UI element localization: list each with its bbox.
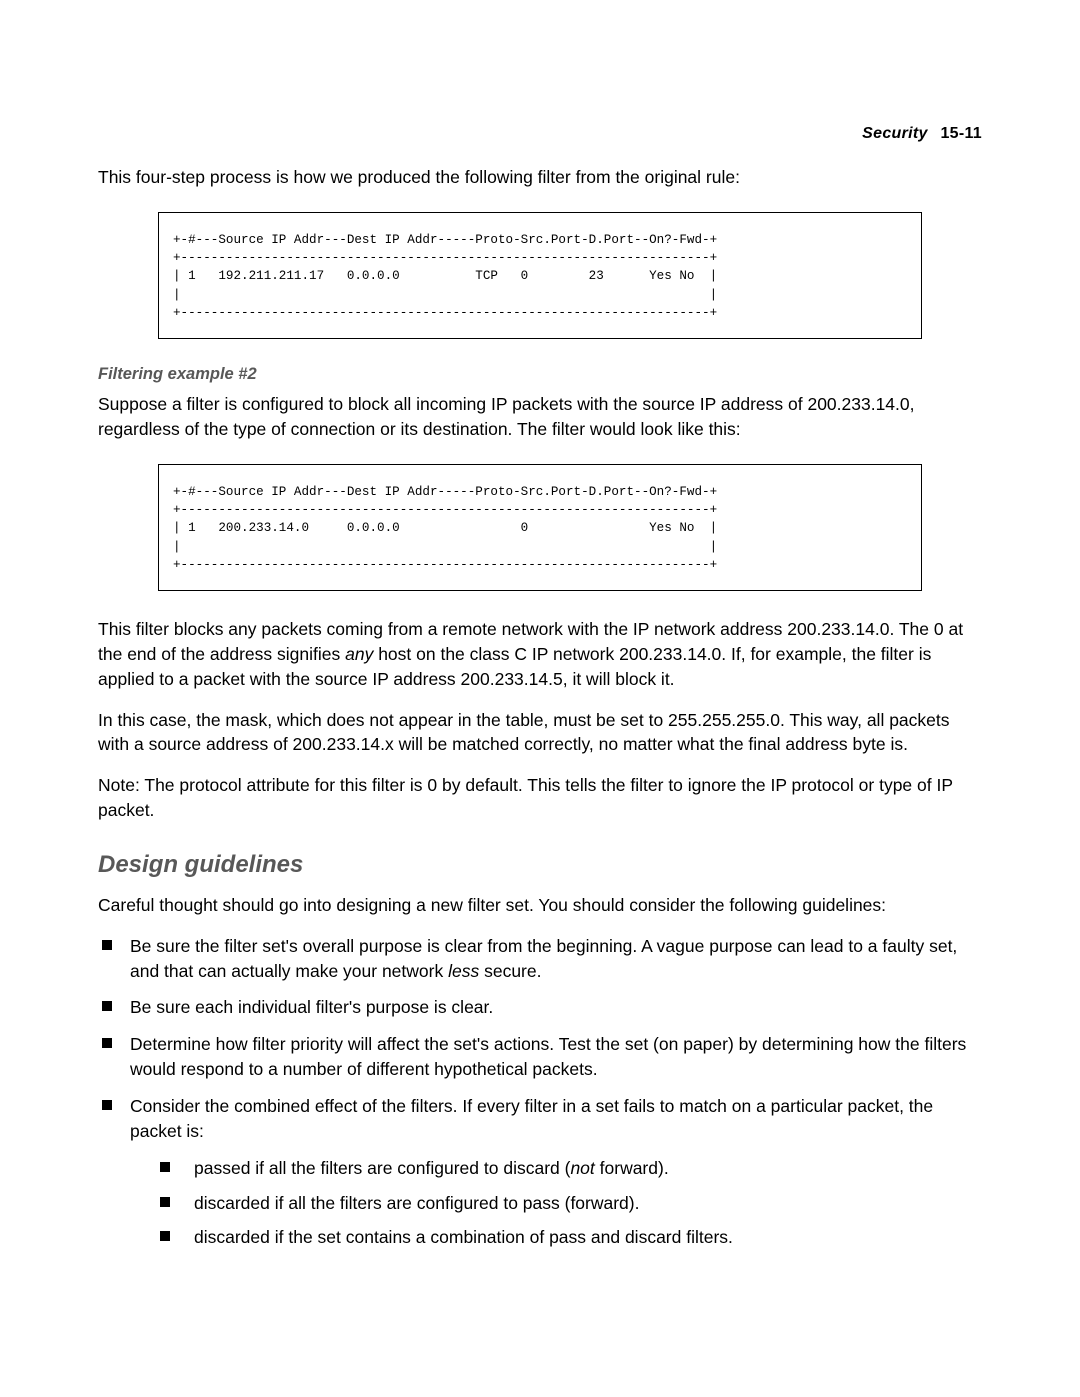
example-description: Suppose a filter is configured to block … — [98, 392, 982, 442]
list-item: passed if all the filters are configured… — [160, 1156, 982, 1181]
filtering-example-heading: Filtering example #2 — [98, 365, 982, 384]
header-page-number: 15-11 — [940, 125, 982, 142]
intro-paragraph: This four-step process is how we produce… — [98, 165, 982, 190]
guidelines-sublist: passed if all the filters are configured… — [160, 1156, 982, 1251]
text-fragment: Consider the combined effect of the filt… — [130, 1096, 933, 1141]
filter-table-2: +-#---Source IP Addr---Dest IP Addr-----… — [158, 464, 922, 591]
text-fragment: Be sure the filter set's overall purpose… — [130, 936, 957, 981]
filter-table-1: +-#---Source IP Addr---Dest IP Addr-----… — [158, 212, 922, 339]
emphasis-any: any — [345, 644, 373, 664]
guidelines-list: Be sure the filter set's overall purpose… — [102, 934, 982, 1250]
text-fragment: forward). — [595, 1158, 669, 1178]
text-fragment: secure. — [479, 961, 541, 981]
list-item: Consider the combined effect of the filt… — [102, 1094, 982, 1250]
text-fragment: passed if all the filters are configured… — [194, 1158, 570, 1178]
list-item: Be sure each individual filter's purpose… — [102, 995, 982, 1020]
list-item: Be sure the filter set's overall purpose… — [102, 934, 982, 984]
design-guidelines-heading: Design guidelines — [98, 851, 982, 879]
header-section: Security — [862, 125, 928, 142]
list-item: discarded if the set contains a combinat… — [160, 1225, 982, 1250]
page-content: Security 15-11 This four-step process is… — [0, 0, 1080, 1322]
explanation-paragraph-1: This filter blocks any packets coming fr… — [98, 617, 982, 692]
explanation-paragraph-2: In this case, the mask, which does not a… — [98, 708, 982, 758]
list-item: Determine how filter priority will affec… — [102, 1032, 982, 1082]
guidelines-intro: Careful thought should go into designing… — [98, 893, 982, 918]
emphasis-less: less — [448, 961, 479, 981]
page-header: Security 15-11 — [98, 125, 982, 143]
emphasis-not: not — [570, 1158, 594, 1178]
list-item: discarded if all the filters are configu… — [160, 1191, 982, 1216]
note-paragraph: Note: The protocol attribute for this fi… — [98, 773, 982, 823]
